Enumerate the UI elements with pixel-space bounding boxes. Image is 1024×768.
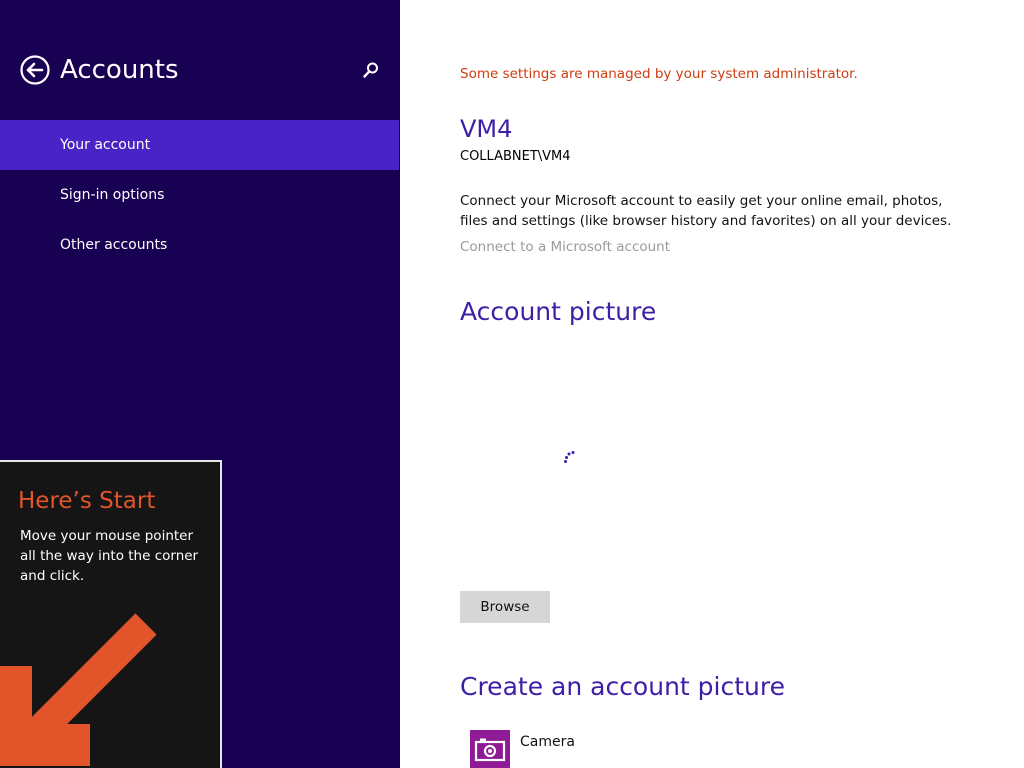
connect-description: Connect your Microsoft account to easily… <box>460 193 952 229</box>
admin-notice: Some settings are managed by your system… <box>460 66 858 82</box>
camera-icon <box>474 738 506 762</box>
search-button[interactable] <box>361 60 381 80</box>
nav-item-your-account[interactable]: Your account <box>0 120 399 170</box>
content-pane: Some settings are managed by your system… <box>400 0 1024 768</box>
loading-spinner-icon <box>564 451 575 463</box>
nav-title: Accounts <box>60 55 179 85</box>
browse-button[interactable]: Browse <box>460 591 550 623</box>
create-account-picture-heading: Create an account picture <box>460 672 785 701</box>
search-icon <box>363 62 378 78</box>
start-tip-arrow <box>0 612 170 768</box>
account-picture-heading: Account picture <box>460 297 657 326</box>
start-tip-body: Move your mouse pointer all the way into… <box>20 528 199 584</box>
nav-list: Your account Sign-in options Other accou… <box>0 120 400 270</box>
start-tip[interactable]: Here’s Start Move your mouse pointer all… <box>0 460 222 768</box>
back-button[interactable] <box>20 55 50 85</box>
start-tip-title: Here’s Start <box>18 488 156 514</box>
nav-item-sign-in-options[interactable]: Sign-in options <box>0 170 400 220</box>
connect-microsoft-account-link[interactable]: Connect to a Microsoft account <box>460 237 670 257</box>
nav-item-label: Sign-in options <box>60 187 165 203</box>
nav-item-label: Your account <box>60 137 151 153</box>
user-name: VM4 <box>460 115 513 143</box>
camera-tile[interactable] <box>470 730 510 768</box>
nav-item-other-accounts[interactable]: Other accounts <box>0 220 400 270</box>
user-domain: COLLABNET\VM4 <box>460 149 571 164</box>
camera-label[interactable]: Camera <box>520 732 575 752</box>
account-picture-loading <box>562 450 578 468</box>
corner-arrow-icon <box>0 613 157 766</box>
settings-window: Accounts Your account Sign-in options Ot… <box>0 0 1024 768</box>
back-arrow-icon <box>20 55 50 85</box>
nav-item-label: Other accounts <box>60 237 168 253</box>
